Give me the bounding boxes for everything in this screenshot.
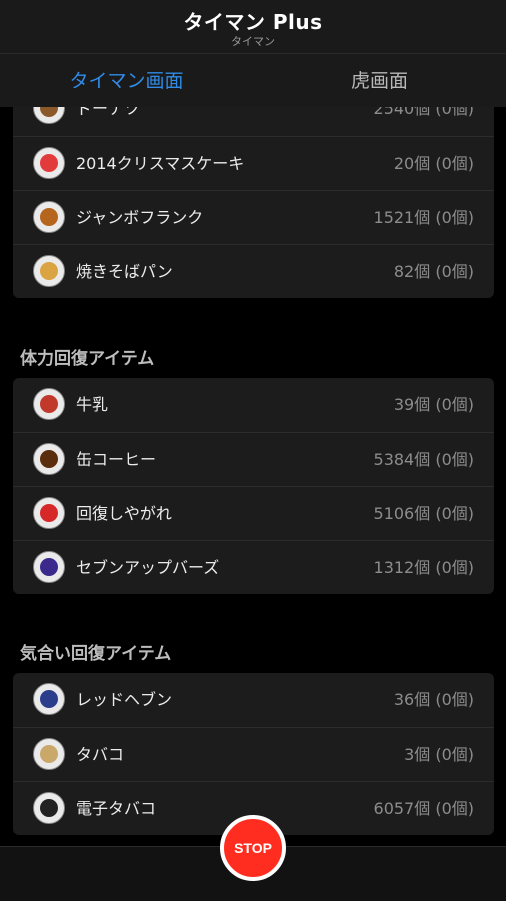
tab-bar: タイマン画面 虎画面 [0, 53, 506, 108]
item-count: 1312個 (0個) [373, 558, 474, 577]
coffee-can-icon [33, 443, 65, 475]
item-count: 82個 (0個) [393, 262, 474, 281]
sausage-icon [33, 201, 65, 233]
item-row-coffee[interactable]: 缶コーヒー 5384個 (0個) [13, 432, 494, 486]
milk-icon [33, 388, 65, 420]
stamina-items-card: 牛乳 39個 (0個) 缶コーヒー 5384個 (0個) 回復しやがれ 5106… [13, 378, 494, 594]
item-count: 6057個 (0個) [373, 799, 474, 818]
item-count: 5384個 (0個) [373, 450, 474, 469]
item-name: ジャンボフランク [76, 208, 204, 227]
app-subtitle: タイマン [231, 35, 275, 48]
item-count: 20個 (0個) [393, 154, 474, 173]
item-name: 回復しやがれ [76, 504, 172, 523]
stop-button[interactable]: STOP [220, 815, 286, 881]
item-row-cigarette[interactable]: タバコ 3個 (0個) [13, 727, 494, 781]
item-name: 電子タバコ [76, 799, 157, 818]
item-count: 39個 (0個) [393, 395, 474, 414]
item-name: 2014クリスマスケーキ [76, 154, 245, 173]
item-name: レッドヘブン [76, 690, 173, 709]
item-row-cake[interactable]: 2014クリスマスケーキ 20個 (0個) [13, 136, 494, 190]
item-row-milk[interactable]: 牛乳 39個 (0個) [13, 378, 494, 432]
item-count: 1521個 (0個) [373, 208, 474, 227]
item-count: 36個 (0個) [393, 690, 474, 709]
app-title: タイマン Plus [183, 10, 323, 34]
item-name: 缶コーヒー [76, 450, 157, 469]
cigarette-icon [33, 738, 65, 770]
item-row-recovery[interactable]: 回復しやがれ 5106個 (0個) [13, 486, 494, 540]
cake-icon [33, 147, 65, 179]
item-name: タバコ [76, 745, 125, 764]
section-title-spirit: 気合い回復アイテム [20, 644, 172, 664]
e-cigarette-icon [33, 792, 65, 824]
item-count: 3個 (0個) [404, 745, 474, 764]
bread-icon [33, 255, 65, 287]
item-row-seven-up[interactable]: セブンアップバーズ 1312個 (0個) [13, 540, 494, 594]
item-name: セブンアップバーズ [76, 558, 220, 577]
item-row-sausage[interactable]: ジャンボフランク 1521個 (0個) [13, 190, 494, 244]
food-items-card: ドーナツ 2540個 (0個) 2014クリスマスケーキ 20個 (0個) ジャ… [13, 82, 494, 298]
item-row-red-heaven[interactable]: レッドヘブン 36個 (0個) [13, 673, 494, 727]
item-row-bread[interactable]: 焼きそばパン 82個 (0個) [13, 244, 494, 298]
spirit-items-card: レッドヘブン 36個 (0個) タバコ 3個 (0個) 電子タバコ 6057個 … [13, 673, 494, 835]
tab-tora[interactable]: 虎画面 [253, 54, 506, 108]
drink-bottle-icon [33, 497, 65, 529]
section-title-stamina: 体力回復アイテム [20, 349, 155, 369]
item-name: 焼きそばパン [76, 262, 173, 281]
tab-taiman[interactable]: タイマン画面 [0, 54, 253, 108]
energy-drink-icon [33, 551, 65, 583]
item-count: 5106個 (0個) [373, 504, 474, 523]
app-header: タイマン Plus タイマン タイマン画面 虎画面 [0, 0, 506, 107]
item-name: 牛乳 [76, 395, 109, 414]
red-can-icon [33, 683, 65, 715]
